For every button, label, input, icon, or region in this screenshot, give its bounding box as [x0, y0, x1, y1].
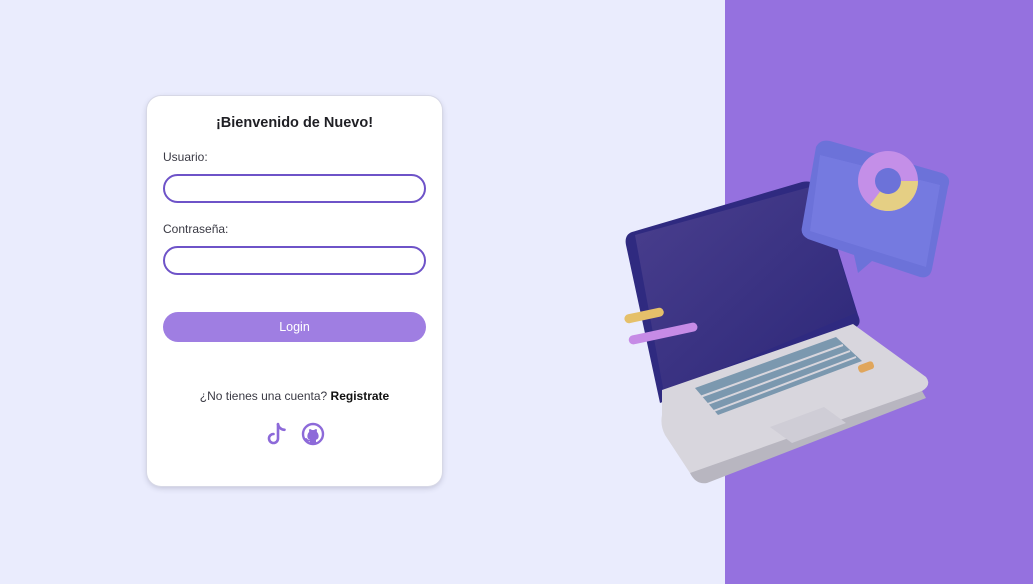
signup-prompt-text: ¿No tienes una cuenta?: [199, 389, 328, 403]
login-title: ¡Bienvenido de Nuevo!: [215, 115, 374, 131]
password-input[interactable]: [163, 246, 426, 275]
github-icon[interactable]: [301, 421, 325, 447]
signup-prompt: ¿No tienes una cuenta? Registrate: [147, 389, 442, 403]
username-label: Usuario:: [163, 150, 208, 164]
login-card: ¡Bienvenido de Nuevo! Usuario: Contraseñ…: [147, 96, 442, 486]
social-links: [147, 421, 442, 447]
laptop-with-chart-icon: [610, 135, 960, 485]
signup-link[interactable]: Registrate: [331, 389, 390, 403]
username-input[interactable]: [163, 174, 426, 203]
tiktok-icon[interactable]: [265, 421, 289, 447]
password-label: Contraseña:: [163, 222, 229, 236]
login-button[interactable]: Login: [163, 312, 426, 342]
